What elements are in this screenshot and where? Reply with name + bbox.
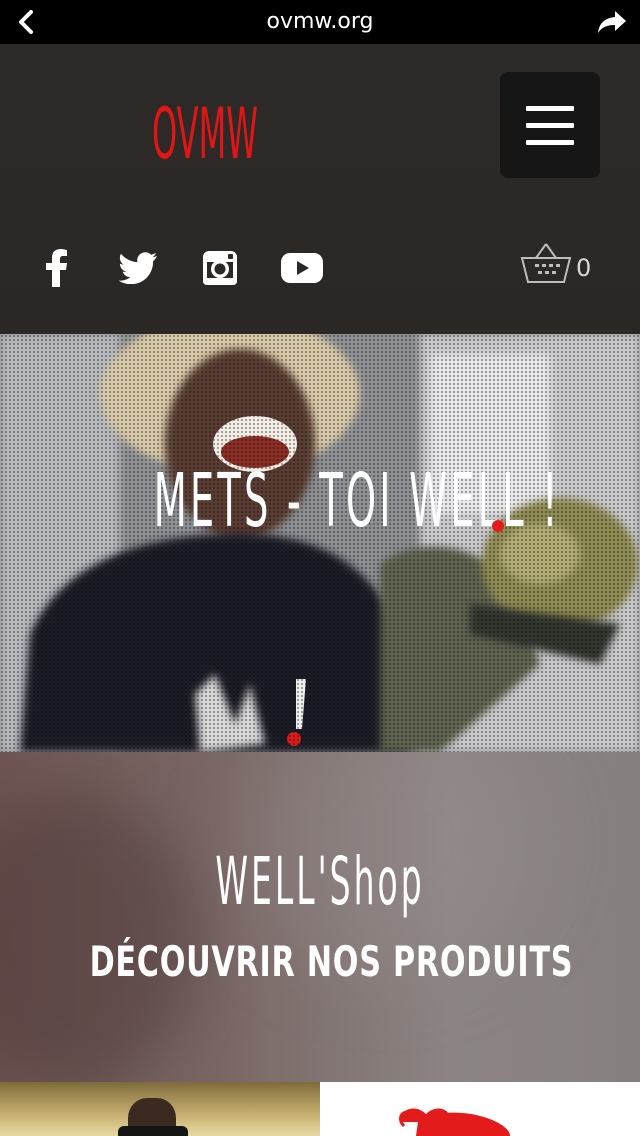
red-heart-graphic [399, 1108, 510, 1136]
logo-text: OVMW [152, 93, 258, 166]
ovmw-logo[interactable]: OVMW [150, 90, 260, 166]
hero-title-red-dot [492, 520, 504, 532]
product-thumbnail-graphic[interactable] [320, 1082, 640, 1136]
facebook-icon[interactable] [36, 244, 76, 292]
twitter-icon[interactable] [116, 244, 160, 292]
product-thumbnail-photo[interactable] [0, 1082, 320, 1136]
youtube-icon[interactable] [280, 244, 324, 292]
menu-bar [526, 106, 574, 111]
hamburger-menu-button[interactable] [500, 72, 600, 178]
shop-title-text: WELL'Shop [215, 843, 425, 920]
menu-bar [526, 140, 574, 145]
discover-products-text: DÉCOUVRIR NOS PRODUITS [89, 937, 574, 986]
cart-count[interactable]: 0 [576, 254, 591, 282]
hero-title: METS - TOI WELL ! [0, 456, 640, 546]
discover-products-link[interactable]: DÉCOUVRIR NOS PRODUITS [0, 934, 640, 990]
browser-bar: ovmw.org [0, 0, 640, 44]
shopping-basket-icon[interactable] [520, 240, 572, 286]
person-shirt [118, 1126, 188, 1136]
address-bar-url[interactable]: ovmw.org [0, 0, 640, 44]
instagram-icon[interactable] [200, 244, 240, 292]
shop-title: WELL'Shop [0, 842, 640, 922]
product-thumbnails [0, 1082, 640, 1136]
menu-bar [526, 123, 574, 128]
hero-title-text: METS - TOI WELL ! [153, 458, 561, 544]
share-arrow-icon[interactable] [596, 8, 628, 36]
